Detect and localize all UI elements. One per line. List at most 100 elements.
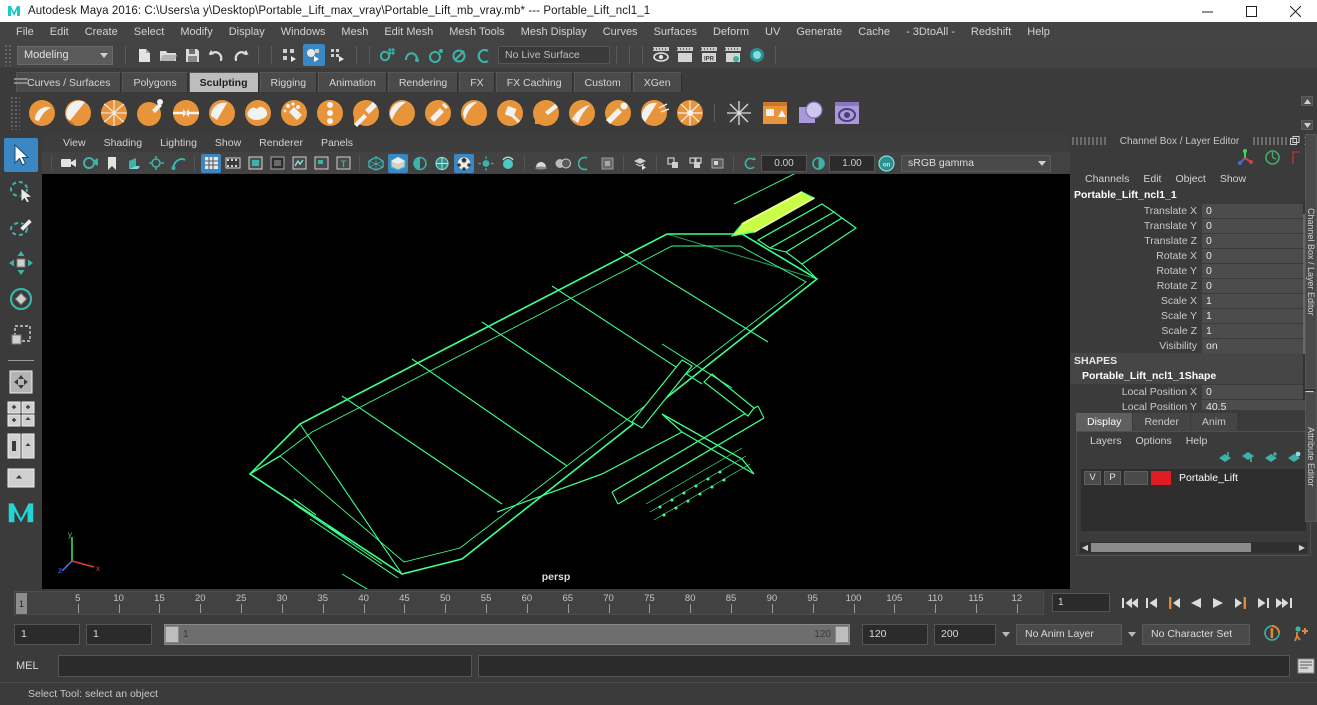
channelbox-menu-show[interactable]: Show	[1213, 172, 1253, 186]
layer-tab-anim[interactable]: Anim	[1190, 413, 1237, 431]
channel-value[interactable]: 0	[1202, 203, 1317, 218]
channel-row-translate-z[interactable]: Translate Z 0	[1070, 233, 1317, 248]
scrollbar-thumb[interactable]	[1091, 543, 1251, 552]
field-chart-indicator-icon[interactable]	[1291, 149, 1303, 169]
menu-3dtoall[interactable]: - 3DtoAll -	[898, 24, 963, 40]
menu-curves[interactable]: Curves	[595, 24, 646, 40]
layer-tab-display[interactable]: Display	[1076, 413, 1133, 431]
menu-file[interactable]: File	[8, 24, 42, 40]
channel-value[interactable]: 1	[1202, 293, 1317, 308]
range-slider-left-handle[interactable]	[165, 625, 179, 643]
channel-value[interactable]: 1	[1202, 323, 1317, 338]
channel-row-translate-x[interactable]: Translate X 0	[1070, 203, 1317, 218]
channel-box-attribute-list[interactable]: Portable_Lift_ncl1_1 Translate X 0 Trans…	[1070, 188, 1317, 410]
layout-quad-icon[interactable]	[5, 399, 37, 429]
step-back-frame-icon[interactable]	[1164, 593, 1184, 613]
repeat-tool-icon[interactable]	[313, 96, 347, 130]
two-d-pan-zoom-icon[interactable]	[146, 154, 166, 173]
character-set-dropdown[interactable]: No Character Set	[1142, 623, 1250, 645]
play-backwards-icon[interactable]	[1186, 593, 1206, 613]
layer-color-swatch[interactable]	[1151, 470, 1171, 485]
animation-start-time-field[interactable]: 1	[14, 623, 80, 645]
step-back-keyframe-icon[interactable]	[1142, 593, 1162, 613]
film-gate-icon[interactable]	[223, 154, 243, 173]
play-forwards-icon[interactable]	[1208, 593, 1228, 613]
xray-icon[interactable]	[663, 154, 683, 173]
shelf-scroll-down-icon[interactable]	[1301, 120, 1313, 130]
menu-cache[interactable]: Cache	[850, 24, 898, 40]
rotate-tool-icon[interactable]	[4, 282, 38, 316]
scroll-left-icon[interactable]: ◀	[1080, 543, 1090, 552]
dock-tab-channel-box-layer-editor[interactable]: Channel Box / Layer Editor	[1305, 134, 1317, 389]
layer-menu-help[interactable]: Help	[1179, 434, 1215, 448]
sculpt-layer-icon[interactable]	[794, 96, 828, 130]
channel-row-visibility[interactable]: Visibility on	[1070, 338, 1317, 353]
channel-value[interactable]: 0	[1202, 263, 1317, 278]
script-editor-icon[interactable]	[1296, 656, 1316, 676]
spray-tool-icon[interactable]	[277, 96, 311, 130]
pinch-tool-icon[interactable]	[169, 96, 203, 130]
layer-list-horizontal-scrollbar[interactable]: ◀ ▶	[1080, 542, 1307, 553]
convert-tool-icon[interactable]	[673, 96, 707, 130]
fill-tool-icon[interactable]	[457, 96, 491, 130]
save-scene-icon[interactable]	[181, 44, 203, 66]
move-tool-icon[interactable]	[4, 246, 38, 280]
viewport-3d-canvas[interactable]: persp y x z	[42, 174, 1070, 589]
channel-row-scale-x[interactable]: Scale X 1	[1070, 293, 1317, 308]
viewport-menu-panels[interactable]: Panels	[312, 136, 362, 150]
bulge-tool-icon[interactable]	[565, 96, 599, 130]
menu-select[interactable]: Select	[126, 24, 173, 40]
undock-panel-icon[interactable]	[1289, 135, 1301, 147]
shelf-scroll-arrows[interactable]	[1301, 96, 1313, 130]
shelf-tab-rendering[interactable]: Rendering	[387, 72, 459, 92]
snap-to-projected-center-icon[interactable]	[449, 44, 471, 66]
channelbox-menu-channels[interactable]: Channels	[1078, 172, 1136, 186]
knife-tool-icon[interactable]	[493, 96, 527, 130]
menu-help[interactable]: Help	[1019, 24, 1058, 40]
motion-blur-icon[interactable]	[575, 154, 595, 173]
lasso-select-tool-icon[interactable]	[4, 174, 38, 208]
viewport-menu-show[interactable]: Show	[206, 136, 250, 150]
chevron-down-icon[interactable]	[1002, 631, 1010, 637]
scrape-tool-icon[interactable]	[421, 96, 455, 130]
menu-generate[interactable]: Generate	[788, 24, 850, 40]
transform-manipulator-icon[interactable]	[1237, 149, 1254, 169]
viewport-menu-view[interactable]: View	[54, 136, 95, 150]
menuset-mode-dropdown[interactable]: Modeling	[17, 45, 113, 65]
channel-value[interactable]: 0	[1202, 218, 1317, 233]
shelf-tab-xgen[interactable]: XGen	[632, 72, 682, 92]
layer-visibility-toggle[interactable]: V	[1084, 470, 1101, 485]
xray-joints-icon[interactable]	[685, 154, 705, 173]
command-input[interactable]	[58, 655, 472, 677]
auto-keyframe-icon[interactable]	[1262, 624, 1282, 645]
range-slider-right-handle[interactable]	[835, 625, 849, 643]
layer-playback-toggle[interactable]: P	[1104, 470, 1121, 485]
relax-tool-icon[interactable]	[97, 96, 131, 130]
resolution-gate-icon[interactable]	[245, 154, 265, 173]
layout-outliner-icon[interactable]	[5, 463, 37, 493]
wax-tool-icon[interactable]	[385, 96, 419, 130]
layer-list[interactable]: V P Portable_Lift	[1081, 469, 1306, 531]
color-profile-dropdown[interactable]: sRGB gamma	[901, 154, 1051, 172]
redo-icon[interactable]	[229, 44, 251, 66]
menu-mesh-display[interactable]: Mesh Display	[513, 24, 595, 40]
time-slider-cursor[interactable]: 1	[16, 592, 27, 614]
channel-row-rotate-y[interactable]: Rotate Y 0	[1070, 263, 1317, 278]
hypershade-icon[interactable]	[746, 44, 768, 66]
sculpt-tool-icon[interactable]	[25, 96, 59, 130]
bookmark-icon[interactable]	[102, 154, 122, 173]
snap-to-grid-icon[interactable]	[377, 44, 399, 66]
render-current-frame-icon[interactable]	[650, 44, 672, 66]
shelf-tab-animation[interactable]: Animation	[318, 72, 387, 92]
shelf-scroll-up-icon[interactable]	[1301, 96, 1313, 106]
menu-display[interactable]: Display	[221, 24, 273, 40]
channel-row-rotate-z[interactable]: Rotate Z 0	[1070, 278, 1317, 293]
select-by-object-icon[interactable]	[303, 44, 325, 66]
smooth-tool-icon[interactable]	[61, 96, 95, 130]
last-tool-icon[interactable]	[5, 367, 37, 397]
select-by-component-icon[interactable]	[327, 44, 349, 66]
select-camera-icon[interactable]	[58, 154, 78, 173]
layer-tab-render[interactable]: Render	[1133, 413, 1190, 431]
menu-deform[interactable]: Deform	[705, 24, 757, 40]
channel-row-scale-y[interactable]: Scale Y 1	[1070, 308, 1317, 323]
